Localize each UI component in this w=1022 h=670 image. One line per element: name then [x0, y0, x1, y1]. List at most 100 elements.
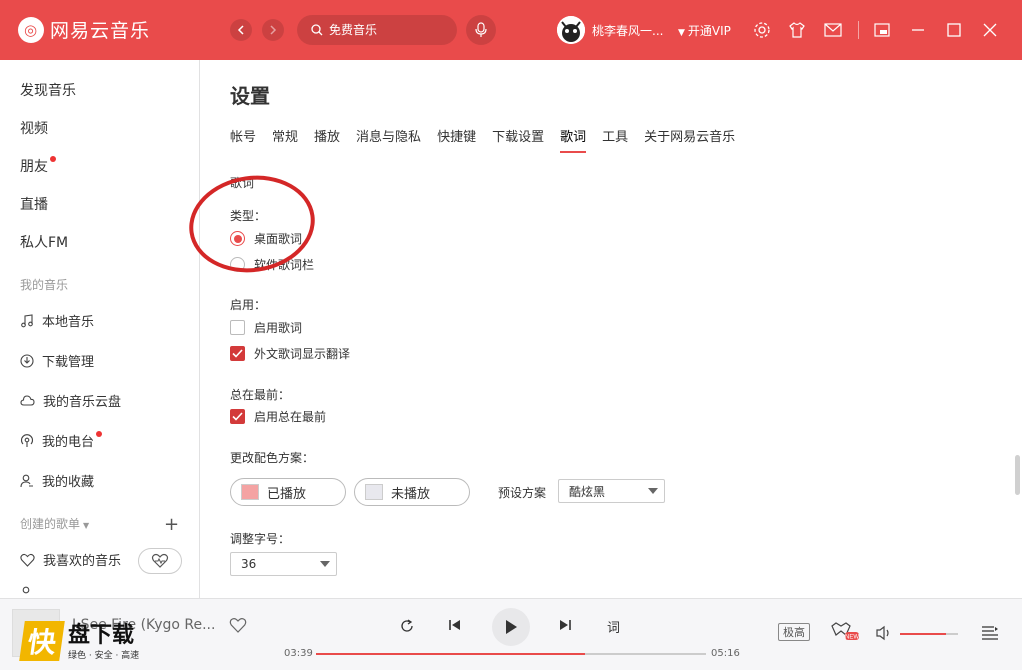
- played-color-button[interactable]: 已播放: [230, 478, 346, 506]
- play-button[interactable]: [492, 608, 530, 646]
- search-input[interactable]: [329, 23, 439, 37]
- mini-mode-button[interactable]: [873, 21, 891, 39]
- search-box[interactable]: [297, 15, 457, 45]
- chevron-left-icon: [237, 25, 244, 35]
- music-note-icon: [21, 313, 33, 327]
- voice-search-button[interactable]: [466, 15, 496, 45]
- sidebar-item-liked[interactable]: 我喜欢的音乐: [20, 550, 121, 569]
- app-logo[interactable]: ◎ 网易云音乐: [18, 16, 150, 43]
- checkbox[interactable]: [230, 320, 245, 335]
- play-icon: [506, 620, 517, 634]
- user-icon: [22, 586, 30, 594]
- tab-shortcuts[interactable]: 快捷键: [437, 126, 476, 153]
- forward-button[interactable]: [262, 19, 284, 41]
- current-time: 03:39: [284, 648, 313, 659]
- messages-button[interactable]: [824, 21, 842, 39]
- tab-download[interactable]: 下载设置: [492, 126, 544, 153]
- progress-bar[interactable]: [316, 653, 706, 655]
- tab-general[interactable]: 常规: [272, 126, 298, 153]
- sidebar-item-downloads[interactable]: 下载管理: [20, 351, 94, 370]
- avatar[interactable]: [557, 16, 585, 44]
- chevron-right-icon: [270, 25, 277, 35]
- lyrics-button[interactable]: 词: [607, 617, 620, 636]
- checkbox[interactable]: [230, 409, 245, 424]
- vip-label: 开通VIP: [687, 24, 731, 38]
- previous-button[interactable]: [448, 618, 462, 632]
- add-playlist-button[interactable]: +: [164, 514, 179, 535]
- sidebar-item-fm[interactable]: 私人FM: [20, 232, 68, 252]
- sound-effect-button[interactable]: NEW: [831, 621, 859, 641]
- preset-value: 酷炫黑: [569, 484, 606, 499]
- tab-tools[interactable]: 工具: [602, 126, 628, 153]
- play-mode-button[interactable]: [399, 618, 415, 634]
- next-button[interactable]: [558, 618, 572, 632]
- sidebar-item-label: 私人FM: [20, 235, 69, 251]
- sidebar: 发现音乐 视频 朋友 直播 私人FM 我的音乐 本地音乐 下载管理 我的音乐云盘…: [0, 60, 200, 598]
- played-color-swatch: [241, 484, 259, 500]
- sidebar-item-cloud[interactable]: 我的音乐云盘: [20, 391, 121, 410]
- username[interactable]: 桃李春风一...: [592, 22, 663, 39]
- tab-account[interactable]: 帐号: [230, 126, 256, 153]
- heartbeat-mode-button[interactable]: [138, 548, 182, 574]
- preset-select[interactable]: 酷炫黑: [558, 479, 665, 503]
- unplayed-color-button[interactable]: 未播放: [354, 478, 470, 506]
- svg-text:NEW: NEW: [845, 635, 859, 641]
- font-size-select[interactable]: 36: [230, 552, 337, 576]
- tab-privacy[interactable]: 消息与隐私: [356, 126, 421, 153]
- maximize-button[interactable]: [945, 21, 963, 39]
- sidebar-item-video[interactable]: 视频: [20, 118, 48, 138]
- page-title: 设置: [230, 84, 270, 108]
- user-icon: [20, 474, 33, 487]
- checkbox-label: 启用歌词: [254, 321, 303, 335]
- sidebar-item-label: 我喜欢的音乐: [43, 554, 122, 569]
- preset-label: 预设方案: [498, 486, 547, 500]
- volume-button[interactable]: [875, 625, 891, 641]
- skin-button[interactable]: [788, 21, 806, 39]
- title-bar: ◎ 网易云音乐 桃李春风一... ▼开通VIP: [0, 0, 1022, 60]
- watermark-title: 盘下载: [68, 623, 135, 648]
- checkbox-always-on-top[interactable]: 启用总在最前: [230, 408, 326, 425]
- playlist-button[interactable]: [981, 625, 999, 641]
- checkbox-translation[interactable]: 外文歌词显示翻译: [230, 345, 350, 362]
- netease-logo-icon: ◎: [18, 16, 44, 43]
- tab-playback[interactable]: 播放: [314, 126, 340, 153]
- volume-slider[interactable]: [900, 633, 958, 635]
- avatar-image: [557, 16, 585, 44]
- heart-icon: [229, 618, 247, 633]
- tab-about[interactable]: 关于网易云音乐: [644, 126, 735, 153]
- speaker-icon: [876, 625, 889, 641]
- quality-button[interactable]: 极高: [778, 623, 810, 641]
- next-icon: [560, 620, 571, 630]
- scrollbar-thumb[interactable]: [1015, 455, 1020, 495]
- played-label: 已播放: [267, 486, 307, 502]
- checkbox[interactable]: [230, 346, 245, 361]
- settings-button[interactable]: [753, 21, 771, 39]
- sidebar-item-partial[interactable]: [20, 586, 42, 598]
- mini-mode-icon: [874, 23, 890, 37]
- like-song-button[interactable]: [229, 617, 247, 633]
- watermark-subtitle: 绿色 · 安全 · 高速: [68, 651, 140, 661]
- close-icon: [983, 23, 997, 37]
- dropdown-arrow-icon: [320, 561, 330, 567]
- sidebar-item-friends[interactable]: 朋友: [20, 156, 56, 176]
- open-vip-link[interactable]: ▼ 开通VIP: [678, 22, 731, 39]
- tab-lyrics[interactable]: 歌词: [560, 126, 587, 153]
- radio-icon: [20, 433, 34, 447]
- sidebar-item-label: 下载管理: [42, 355, 95, 370]
- watermark: 快 盘下载 绿色 · 安全 · 高速: [19, 621, 140, 661]
- sidebar-item-label: 视频: [20, 121, 48, 137]
- sidebar-item-radio[interactable]: 我的电台: [20, 430, 103, 450]
- sidebar-item-collection[interactable]: 我的收藏: [20, 471, 94, 490]
- download-icon: [20, 353, 34, 368]
- checkbox-enable-lyrics[interactable]: 启用歌词: [230, 319, 302, 336]
- close-button[interactable]: [981, 21, 999, 39]
- minimize-button[interactable]: [909, 21, 927, 39]
- unplayed-label: 未播放: [391, 486, 431, 502]
- created-playlists-header[interactable]: 创建的歌单 ▼: [20, 515, 89, 532]
- gear-icon: [754, 22, 770, 38]
- volume-fill: [900, 633, 947, 635]
- back-button[interactable]: [230, 19, 252, 41]
- sidebar-item-live[interactable]: 直播: [20, 194, 48, 214]
- sidebar-item-discover[interactable]: 发现音乐: [20, 80, 76, 100]
- sidebar-item-local-music[interactable]: 本地音乐: [20, 311, 94, 330]
